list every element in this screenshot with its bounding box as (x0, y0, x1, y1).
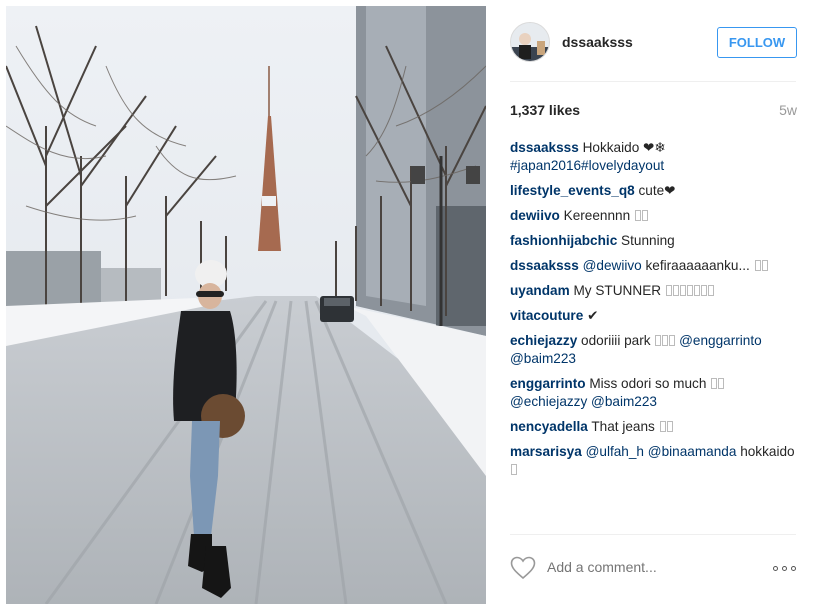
heart-icon[interactable] (510, 556, 536, 580)
comments-list: dssaaksss Hokkaido ❤❄ #japan2016#lovelyda… (510, 139, 800, 486)
comment-text: ✔ (587, 308, 599, 323)
comment-text: My STUNNER (573, 283, 662, 298)
comment-item: lifestyle_events_q8 cute❤ (510, 182, 800, 200)
comment-text: hokkaido (740, 444, 795, 459)
comment-mention[interactable]: @echiejazzy @baim223 (510, 394, 657, 409)
avatar-image (511, 23, 549, 61)
add-comment-input[interactable] (547, 559, 747, 575)
comment-text: Miss odori so much (589, 376, 707, 391)
comment-text: Kereennnn (563, 208, 631, 223)
comment-username[interactable]: lifestyle_events_q8 (510, 183, 635, 198)
likes-count[interactable]: 1,337 likes (510, 102, 580, 118)
comment-username[interactable]: nencyadella (510, 419, 588, 434)
missing-glyph-icons (510, 462, 517, 477)
comment-text: Hokkaido ❤❄ (582, 140, 666, 155)
comment-item: dssaaksss Hokkaido ❤❄ #japan2016#lovelyda… (510, 139, 800, 175)
comment-item: nencyadella That jeans (510, 418, 800, 436)
comment-text: cute❤ (638, 183, 676, 198)
comment-item: enggarrinto Miss odori so much @echiejaz… (510, 375, 800, 411)
comment-item: dewiivo Kereennnn (510, 207, 800, 225)
comment-hashtags[interactable]: #japan2016#lovelydayout (510, 158, 664, 173)
post-author-username[interactable]: dssaaksss (562, 34, 633, 50)
comment-username[interactable]: enggarrinto (510, 376, 586, 391)
comment-mention[interactable]: @dewiivo (583, 258, 642, 273)
comment-username[interactable]: echiejazzy (510, 333, 577, 348)
missing-glyph-icons (655, 419, 673, 434)
comment-item: dssaaksss @dewiivo kefiraaaaaanku... (510, 257, 800, 275)
post-details-panel: dssaaksss FOLLOW 1,337 likes 5w dssaakss… (486, 0, 816, 606)
comment-text: Stunning (621, 233, 675, 248)
post-age[interactable]: 5w (779, 102, 797, 118)
more-options-icon[interactable] (773, 566, 797, 572)
follow-button[interactable]: FOLLOW (717, 27, 797, 58)
missing-glyph-icons (630, 208, 648, 223)
comment-item: marsarisya @ulfah_h @binaamanda hokkaido (510, 443, 800, 479)
comment-username[interactable]: dewiivo (510, 208, 560, 223)
comment-username[interactable]: fashionhijabchic (510, 233, 617, 248)
comment-item: echiejazzy odoriiii park @enggarrinto @b… (510, 332, 800, 368)
comment-text: odoriiii park (581, 333, 651, 348)
comment-item: fashionhijabchic Stunning (510, 232, 800, 250)
post-view: dssaaksss FOLLOW 1,337 likes 5w dssaakss… (0, 0, 816, 606)
comment-text: kefiraaaaaanku... (645, 258, 750, 273)
comment-item: uyandam My STUNNER (510, 282, 800, 300)
comment-text: That jeans (591, 419, 655, 434)
comment-username[interactable]: dssaaksss (510, 258, 579, 273)
post-photo[interactable] (6, 6, 486, 604)
missing-glyph-icons (706, 376, 725, 391)
comment-username[interactable]: vitacouture (510, 308, 583, 323)
comment-item: vitacouture ✔ (510, 307, 800, 325)
footer-divider (510, 534, 796, 535)
comment-username[interactable]: marsarisya (510, 444, 582, 459)
missing-glyph-icons (661, 283, 714, 298)
missing-glyph-icons (651, 333, 676, 348)
comment-username[interactable]: uyandam (510, 283, 570, 298)
avatar[interactable] (510, 22, 550, 62)
comment-username[interactable]: dssaaksss (510, 140, 579, 155)
comment-mention[interactable]: @ulfah_h @binaamanda (586, 444, 737, 459)
post-header: dssaaksss FOLLOW (510, 22, 797, 62)
header-divider (510, 81, 796, 82)
missing-glyph-icons (750, 258, 768, 273)
snowy-street-photo (6, 6, 486, 604)
